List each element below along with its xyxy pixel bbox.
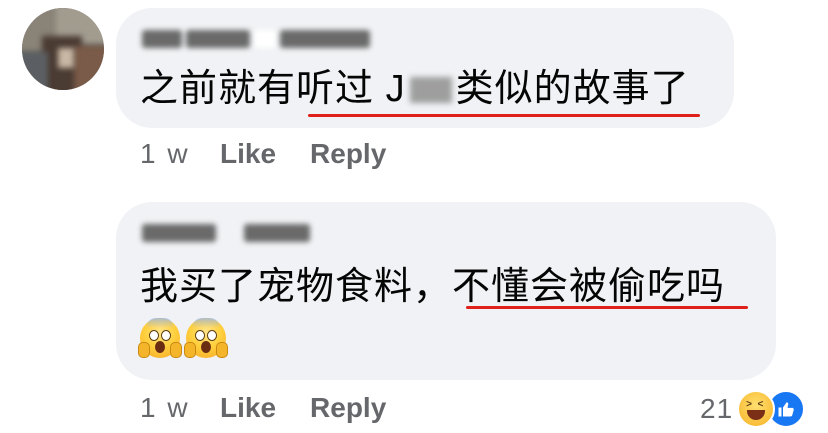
redacted-block xyxy=(409,77,452,103)
comment-bubble: 之前就有听过 J 类似的故事了 xyxy=(116,8,734,128)
comment-text-underlined: 听过 J xyxy=(296,68,406,110)
author-name-redacted[interactable] xyxy=(142,26,370,52)
like-button[interactable]: Like xyxy=(220,392,276,424)
comment-text: 之前就有听过 J 类似的故事了 xyxy=(140,66,690,112)
comment-text: 我买了宠物食料，不懂会被偷吃吗 xyxy=(140,264,725,310)
red-underline-annotation xyxy=(308,114,700,117)
reaction-count: 21 xyxy=(700,393,734,424)
comment-actions: 1 w Like Reply xyxy=(140,392,420,424)
comment-text-underlined: 类似的故事了 xyxy=(455,68,690,110)
comment-text-part: 之前就有 xyxy=(140,68,297,110)
comment-actions: 1 w Like Reply xyxy=(140,138,420,170)
author-name-redacted[interactable] xyxy=(142,220,310,246)
haha-icon: > < xyxy=(737,390,776,428)
avatar[interactable] xyxy=(22,8,104,90)
comment-text-underlined: 不懂会被偷吃吗 xyxy=(452,266,726,308)
comment-bubble: 我买了宠物食料，不懂会被偷吃吗 xyxy=(116,202,776,380)
red-underline-annotation xyxy=(466,306,748,309)
face-screaming-in-fear-icon xyxy=(184,318,228,358)
like-button[interactable]: Like xyxy=(220,138,276,170)
timestamp[interactable]: 1 w xyxy=(140,138,220,170)
reply-button[interactable]: Reply xyxy=(310,392,386,424)
emoji-row xyxy=(138,318,228,358)
reply-button[interactable]: Reply xyxy=(310,138,386,170)
reaction-summary[interactable]: 21 > < xyxy=(700,390,806,428)
face-screaming-in-fear-icon xyxy=(138,318,182,358)
timestamp[interactable]: 1 w xyxy=(140,392,220,424)
comment-text-part: 我买了宠物食料， xyxy=(140,266,453,308)
